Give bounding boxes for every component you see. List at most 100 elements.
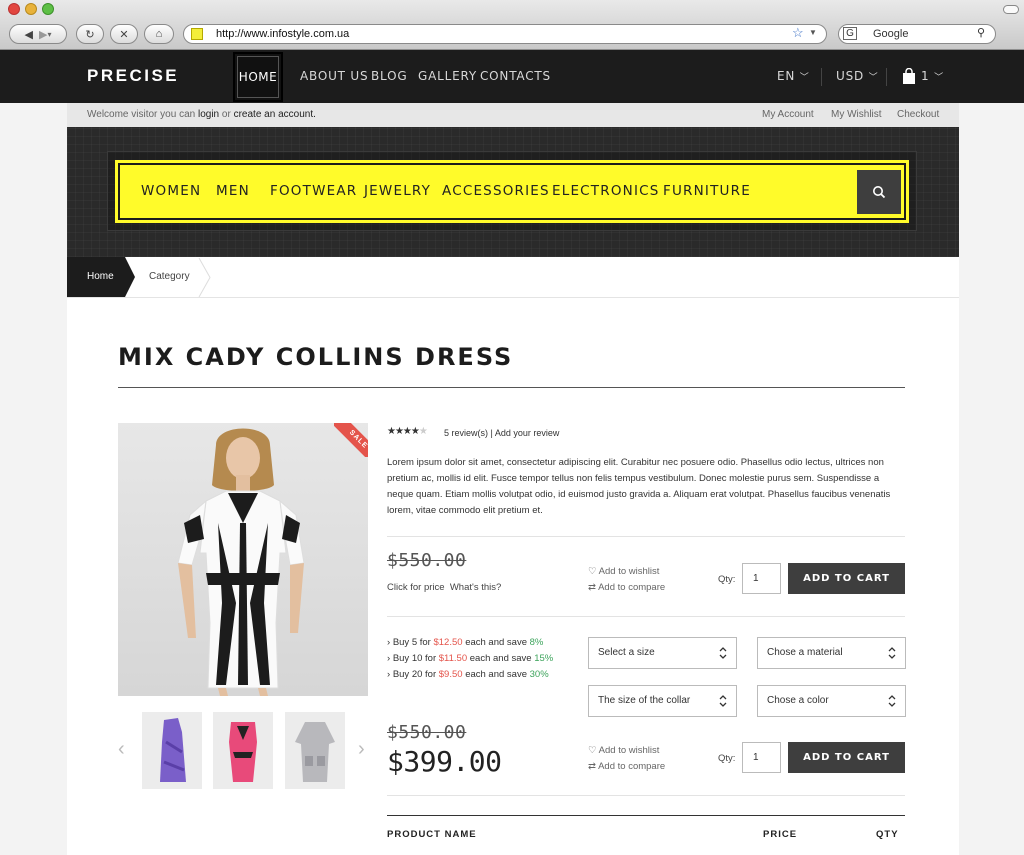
collar-size-select[interactable]: The size of the collar (588, 685, 737, 717)
price-info: Click for price What's this? (387, 582, 501, 593)
divider (886, 68, 887, 86)
create-account-link[interactable]: create an account. (234, 109, 316, 120)
nav-item-gallery[interactable]: GALLERY (418, 60, 477, 102)
site-logo[interactable]: PRECISE (87, 66, 179, 86)
qty-label: Qty: (718, 574, 736, 585)
back-arrow-icon[interactable]: ◀ (24, 28, 32, 41)
tier-saving: 15% (534, 653, 554, 664)
nav-item-about-us[interactable]: ABOUT US (300, 60, 368, 102)
divider (387, 795, 905, 796)
tier-unit-price: $9.50 (438, 669, 463, 680)
add-to-wishlist-link[interactable]: ♡ Add to wishlist (588, 566, 659, 577)
tier-unit-price: $12.50 (433, 637, 463, 648)
category-electronics[interactable]: ELECTRONICS (552, 183, 660, 199)
address-bar[interactable]: http://www.infostyle.com.ua (183, 24, 827, 44)
bookmark-star-icon[interactable]: ☆ (792, 25, 804, 41)
size-select-value: Select a size (598, 647, 655, 658)
shopping-bag-icon[interactable] (902, 67, 916, 84)
whats-this-link[interactable]: What's this? (450, 582, 501, 593)
size-select[interactable]: Select a size (588, 637, 737, 669)
nav-home-label: HOME (237, 56, 279, 98)
tier-mid: each and save (469, 653, 532, 664)
star-icon: ★★★★ (387, 426, 420, 437)
chevron-updown-icon (888, 695, 896, 707)
browser-search-input[interactable]: Google (838, 24, 996, 44)
title-divider (118, 387, 905, 388)
special-price: $399.00 (387, 745, 502, 778)
add-to-cart-button[interactable]: ADD TO CART (788, 563, 905, 594)
checkout-link[interactable]: Checkout (897, 109, 939, 120)
quantity-input[interactable]: 1 (742, 742, 781, 773)
add-to-compare-link[interactable]: ⇄ Add to compare (588, 761, 665, 772)
material-select[interactable]: Chose a material (757, 637, 906, 669)
category-footwear[interactable]: FOOTWEAR (270, 183, 357, 199)
stop-button[interactable]: ✕ (110, 24, 138, 44)
login-link[interactable]: login (198, 109, 219, 120)
close-window-icon[interactable] (8, 3, 20, 15)
my-wishlist-link[interactable]: My Wishlist (831, 109, 882, 120)
add-review-link[interactable]: | Add your review (491, 428, 560, 438)
tier-mid: each and save (465, 669, 527, 680)
tier-mid: each and save (465, 637, 527, 648)
minimize-window-icon[interactable] (25, 3, 37, 15)
wishlist-label: Add to wishlist (598, 745, 660, 756)
add-to-compare-link[interactable]: ⇄ Add to compare (588, 582, 665, 593)
quantity-input[interactable]: 1 (742, 563, 781, 594)
chevron-right-icon[interactable]: › (358, 738, 365, 761)
tier-unit-price: $11.50 (438, 653, 468, 664)
my-account-link[interactable]: My Account (762, 109, 814, 120)
product-description: Lorem ipsum dolor sit amet, consectetur … (387, 457, 891, 516)
product-thumbnail[interactable] (142, 712, 202, 789)
add-to-wishlist-link[interactable]: ♡ Add to wishlist (588, 745, 659, 756)
click-for-price-link[interactable]: Click for price (387, 582, 445, 593)
search-button[interactable] (857, 170, 901, 214)
category-furniture[interactable]: FURNITURE (663, 183, 751, 199)
currency-selector[interactable]: USD ﹀ (836, 60, 878, 102)
category-accessories[interactable]: ACCESSORIES (442, 183, 550, 199)
tier-prefix: Buy 10 for (392, 653, 437, 664)
reload-button[interactable]: ↻ (76, 24, 104, 44)
star-icon: ★ (418, 426, 428, 437)
nav-item-home[interactable]: HOME (233, 52, 283, 102)
stop-icon: ✕ (119, 28, 129, 41)
chevron-updown-icon (719, 695, 727, 707)
product-thumbnail[interactable] (213, 712, 273, 789)
language-selector[interactable]: EN ﹀ (777, 60, 810, 102)
address-text: http://www.infostyle.com.ua (216, 28, 350, 40)
tier-saving: 8% (529, 637, 544, 648)
heart-icon: ♡ (588, 566, 597, 577)
category-men[interactable]: MEN (216, 183, 250, 199)
nav-item-blog[interactable]: BLOG (371, 60, 407, 102)
category-jewelry[interactable]: JEWELRY (364, 183, 431, 199)
breadcrumb-category[interactable]: Category (149, 271, 190, 282)
product-main-image[interactable] (118, 423, 368, 696)
search-engine-icon[interactable]: G (843, 27, 857, 40)
add-to-cart-button[interactable]: ADD TO CART (788, 742, 905, 773)
column-header-qty: QTY (876, 829, 899, 840)
reviews-link[interactable]: 5 review(s) (444, 428, 488, 438)
cart-count[interactable]: 1 ﹀ (921, 60, 944, 102)
product-thumbnail[interactable] (285, 712, 345, 789)
color-select[interactable]: Chose a color (757, 685, 906, 717)
forward-arrow-icon[interactable]: ▶ (39, 28, 47, 41)
compare-arrows-icon: ⇄ (588, 761, 596, 772)
home-button[interactable]: ⌂ (144, 24, 174, 44)
cart-count-label: 1 (921, 69, 930, 83)
breadcrumb-home[interactable]: Home (67, 257, 125, 297)
column-header-product-name: PRODUCT NAME (387, 829, 477, 840)
old-price: $550.00 (387, 550, 467, 571)
url-dropdown-icon[interactable]: ▼ (809, 28, 817, 37)
divider (387, 616, 905, 617)
qty-label: Qty: (718, 753, 736, 764)
toolbar-toggle-button[interactable] (1003, 5, 1019, 14)
category-women[interactable]: WOMEN (141, 183, 201, 199)
zoom-window-icon[interactable] (42, 3, 54, 15)
nav-item-contacts[interactable]: CONTACTS (480, 60, 551, 102)
table-top-border (387, 815, 905, 816)
tier-prefix: Buy 20 for (392, 669, 437, 680)
chevron-updown-icon (888, 647, 896, 659)
back-forward-button[interactable]: ◀ ▶ ▾ (9, 24, 67, 44)
favicon-icon (191, 28, 203, 40)
search-magnifier-icon[interactable]: ⚲ (977, 26, 985, 39)
chevron-left-icon[interactable]: ‹ (118, 738, 125, 761)
